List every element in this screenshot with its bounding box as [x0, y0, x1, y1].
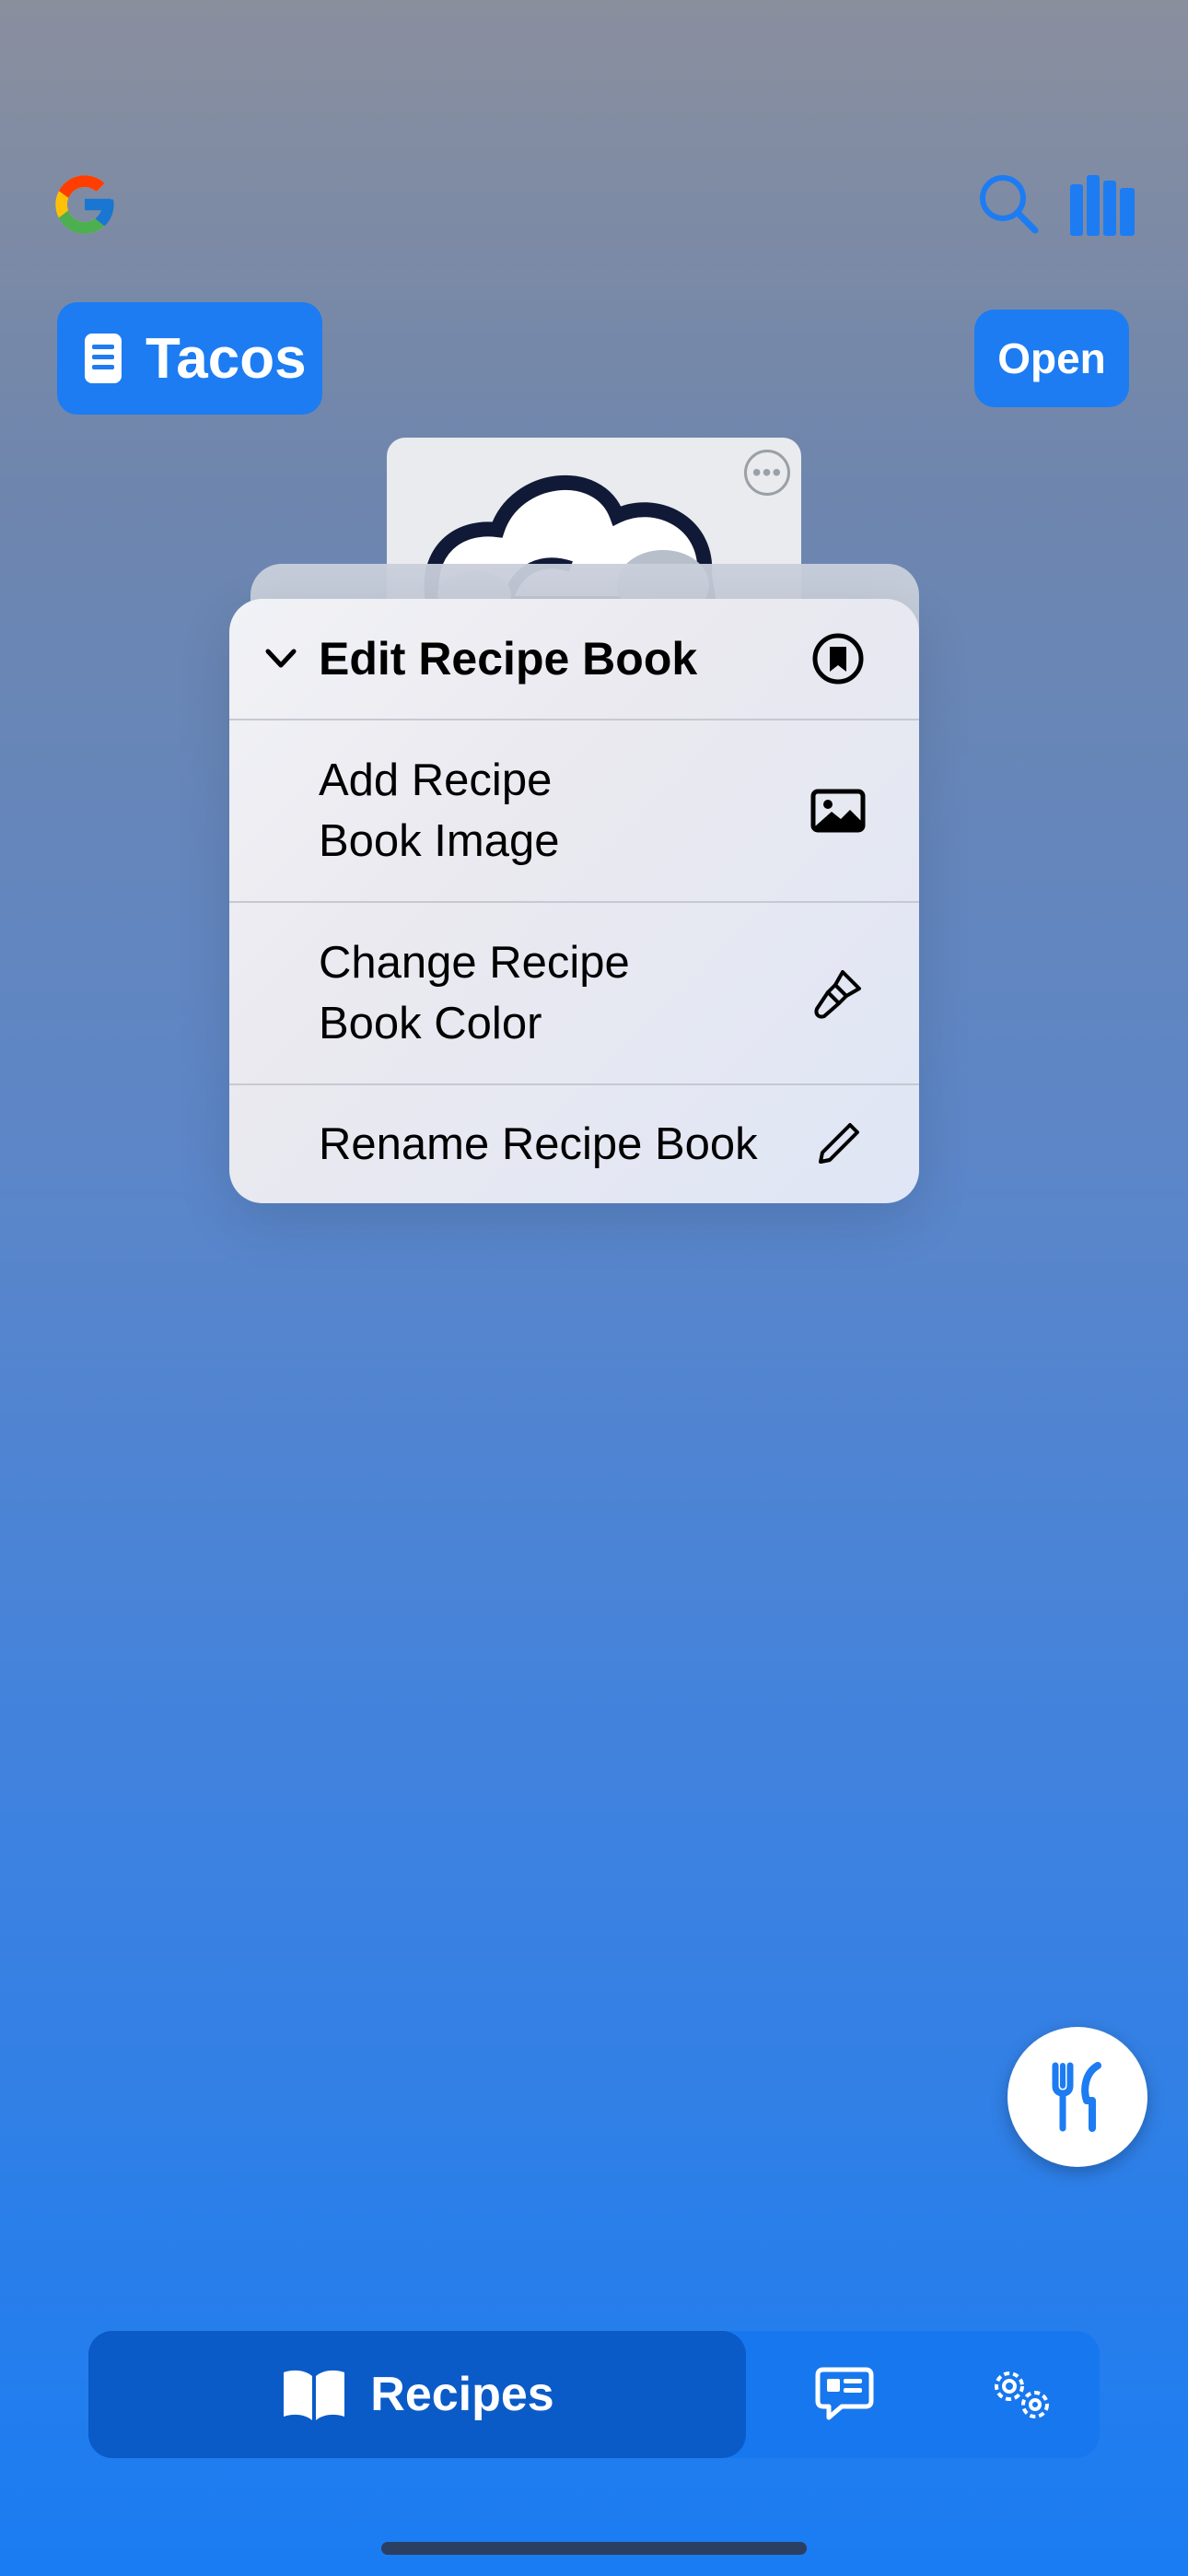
- menu-item-change-recipe-book-color[interactable]: Change Recipe Book Color: [229, 901, 919, 1083]
- gears-icon[interactable]: [987, 2364, 1055, 2425]
- library-books-icon[interactable]: [1068, 171, 1138, 238]
- bookmark-circle-icon: [812, 633, 864, 685]
- recipe-book-title-chip[interactable]: Tacos: [57, 302, 322, 415]
- fork-knife-icon: [1052, 2062, 1101, 2132]
- new-recipe-fab[interactable]: [1007, 2027, 1147, 2167]
- tab-recipes[interactable]: Recipes: [88, 2331, 746, 2458]
- book-icon: [284, 2370, 345, 2420]
- recipe-book-title: Tacos: [146, 326, 307, 391]
- pencil-icon: [819, 1123, 859, 1164]
- tab-label: Recipes: [370, 2368, 554, 2421]
- chat-bubble-icon[interactable]: [814, 2364, 875, 2425]
- menu-header-edit-recipe-book[interactable]: Edit Recipe Book: [229, 599, 919, 719]
- context-menu: Edit Recipe Book Add Recipe Book Image C…: [229, 599, 919, 1203]
- document-icon: [85, 334, 122, 383]
- menu-item-label: Change Recipe Book Color: [319, 938, 630, 1048]
- chevron-down-icon: [265, 649, 297, 668]
- menu-item-add-recipe-book-image[interactable]: Add Recipe Book Image: [229, 719, 919, 901]
- menu-header-label: Edit Recipe Book: [319, 633, 698, 685]
- paintbrush-icon: [814, 970, 861, 1019]
- menu-item-label: Rename Recipe Book: [319, 1119, 758, 1169]
- menu-item-rename-recipe-book[interactable]: Rename Recipe Book: [229, 1083, 919, 1203]
- open-button[interactable]: Open: [974, 310, 1129, 407]
- menu-item-label: Add Recipe Book Image: [319, 755, 560, 866]
- google-logo-icon[interactable]: [50, 170, 120, 240]
- more-options-icon[interactable]: •••: [744, 450, 790, 496]
- photo-icon: [810, 789, 866, 833]
- home-indicator: [381, 2542, 807, 2555]
- search-icon[interactable]: [976, 171, 1041, 236]
